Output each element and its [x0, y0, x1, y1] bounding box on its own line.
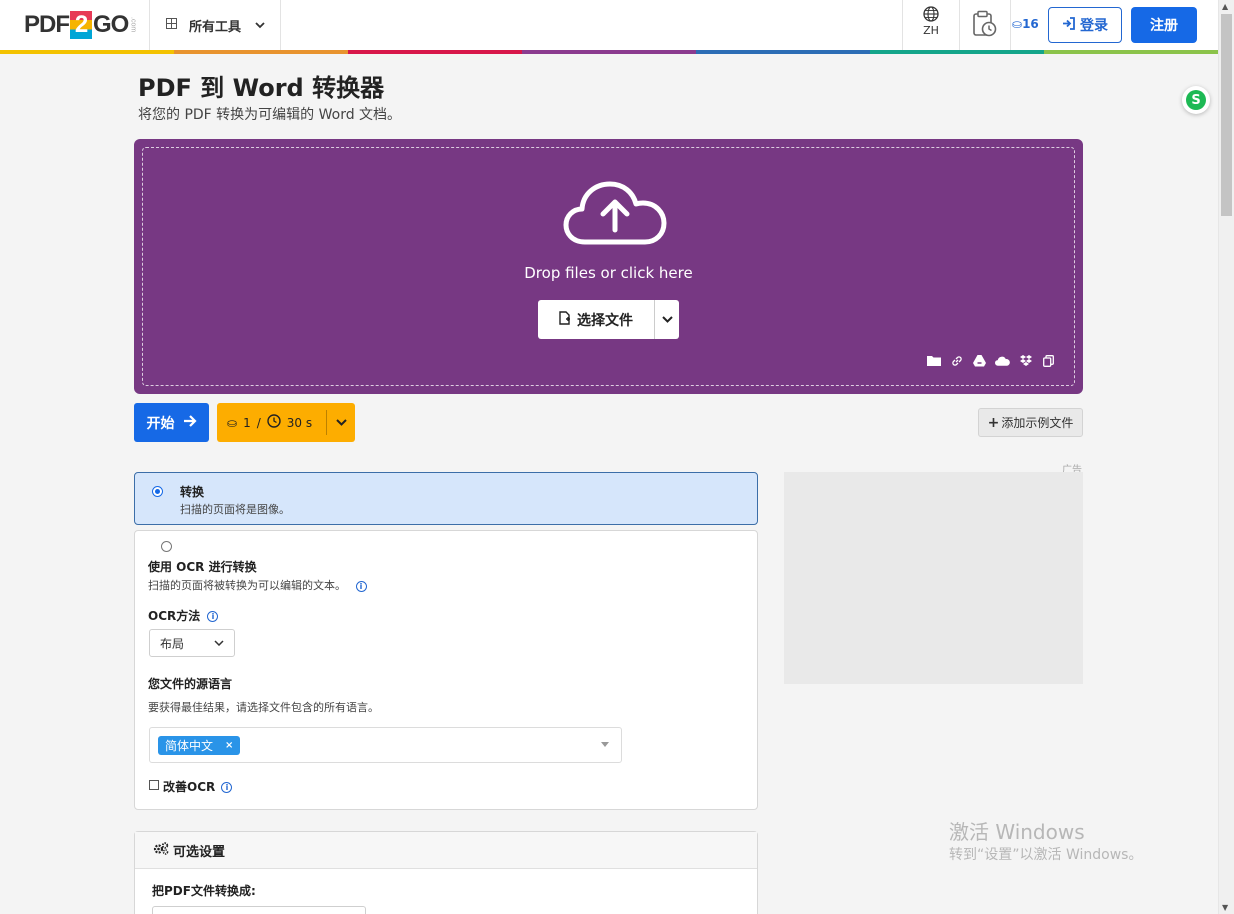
divider — [280, 0, 281, 50]
sign-in-icon — [1062, 16, 1076, 34]
choose-file-button-group: 选择文件 — [538, 300, 679, 339]
arrow-right-icon — [183, 414, 197, 431]
extension-floating-icon[interactable]: S — [1182, 86, 1210, 114]
file-dropzone[interactable]: Drop files or click here 选择文件 — [134, 139, 1083, 394]
file-add-icon — [559, 310, 571, 329]
clock-icon — [267, 414, 281, 431]
option-convert[interactable]: 转换 扫描的页面将是图像。 — [134, 472, 758, 525]
source-language-hint: 要获得最佳结果，请选择文件包含的所有语言。 — [148, 701, 379, 714]
choose-source-dropdown[interactable] — [655, 300, 679, 339]
divider — [959, 0, 960, 50]
language-tag: 简体中文 × — [158, 736, 241, 755]
chevron-down-icon — [661, 316, 673, 323]
optional-settings-panel: 可选设置 把PDF文件转换成: — [134, 831, 758, 914]
all-tools-label: 所有工具 — [189, 19, 242, 35]
chevron-down-icon — [214, 640, 224, 646]
dropzone-border: Drop files or click here 选择文件 — [142, 147, 1075, 386]
upload-source-icons — [926, 354, 1056, 367]
globe-icon — [923, 6, 939, 22]
source-language-multiselect[interactable]: 简体中文 × — [149, 727, 622, 763]
drop-instruction: Drop files or click here — [524, 264, 693, 282]
improve-ocr-checkbox[interactable] — [149, 780, 159, 790]
top-navbar: PDF 2 GO .com 所有工具 ZH ⛀16 登录 注册 — [0, 0, 1218, 50]
coin-icon: ⛀ — [227, 415, 238, 430]
page-subtitle: 将您的 PDF 转换为可编辑的 Word 文档。 — [138, 107, 402, 123]
grid-icon — [166, 17, 177, 33]
scroll-thumb[interactable] — [1221, 14, 1232, 216]
ocr-description: 扫描的页面将被转换为可以编辑的文本。 i — [148, 577, 367, 593]
ocr-title: 使用 OCR 进行转换 — [148, 560, 257, 574]
convert-to-select[interactable] — [152, 906, 366, 914]
page-title: PDF 到 Word 转换器 — [138, 74, 385, 102]
optional-settings-header[interactable]: 可选设置 — [135, 832, 757, 869]
history-clipboard-icon[interactable] — [972, 10, 998, 42]
credits-counter[interactable]: ⛀16 — [1012, 17, 1039, 31]
plus-icon: + — [987, 414, 1000, 431]
page-scrollbar[interactable]: ▲ ▼ — [1218, 0, 1234, 914]
add-sample-file-button[interactable]: + 添加示例文件 — [978, 408, 1083, 437]
chevron-down-icon — [335, 419, 347, 426]
divider — [1010, 0, 1011, 50]
cloud-upload-icon — [563, 178, 667, 252]
gears-icon — [153, 841, 169, 859]
scroll-up-arrow[interactable]: ▲ — [1222, 2, 1228, 11]
windows-activation-watermark-title: 激活 Windows — [949, 820, 1085, 844]
register-button[interactable]: 注册 — [1131, 7, 1197, 43]
ocr-radio[interactable] — [161, 541, 172, 552]
onedrive-icon[interactable] — [995, 354, 1010, 367]
cost-summary: ⛀ 1 / 30 s — [217, 410, 327, 435]
convert-to-label: 把PDF文件转换成: — [152, 884, 256, 898]
convert-radio[interactable] — [152, 486, 163, 497]
cost-info-button[interactable]: ⛀ 1 / 30 s — [217, 403, 355, 442]
convert-title: 转换 — [180, 485, 205, 499]
all-tools-menu[interactable]: 所有工具 — [150, 0, 280, 50]
caret-down-icon — [601, 742, 609, 747]
windows-activation-watermark-text: 转到“设置”以激活 Windows。 — [949, 847, 1143, 863]
chevron-down-icon — [255, 18, 265, 33]
language-selector[interactable]: ZH — [903, 6, 959, 37]
ocr-method-select[interactable]: 布局 — [149, 629, 235, 657]
pdf2go-logo[interactable]: PDF 2 GO .com — [24, 10, 136, 40]
info-icon[interactable]: i — [355, 580, 367, 592]
option-ocr[interactable]: 使用 OCR 进行转换 扫描的页面将被转换为可以编辑的文本。 i OCR方法 i… — [134, 530, 758, 810]
info-icon[interactable]: i — [221, 782, 233, 793]
coin-icon: ⛀ — [1012, 17, 1023, 31]
choose-file-button[interactable]: 选择文件 — [538, 300, 655, 339]
dropbox-icon[interactable] — [1018, 354, 1033, 367]
ocr-method-label: OCR方法 i — [148, 607, 219, 624]
remove-tag-icon[interactable]: × — [225, 740, 233, 751]
cost-dropdown[interactable] — [327, 419, 355, 426]
improve-ocr-label: 改善OCR i — [163, 778, 233, 795]
link-icon[interactable] — [949, 354, 964, 367]
convert-description: 扫描的页面将是图像。 — [180, 503, 290, 516]
language-code: ZH — [923, 24, 939, 37]
start-button[interactable]: 开始 — [134, 403, 209, 442]
login-button[interactable]: 登录 — [1048, 7, 1122, 43]
clipboard-paste-icon[interactable] — [1041, 354, 1056, 367]
scroll-down-arrow[interactable]: ▼ — [1222, 903, 1228, 912]
google-drive-icon[interactable] — [972, 354, 987, 367]
color-stripe — [0, 50, 1218, 54]
folder-icon[interactable] — [926, 354, 941, 367]
ad-placeholder — [784, 472, 1083, 684]
source-language-label: 您文件的源语言 — [148, 677, 233, 691]
info-icon[interactable]: i — [207, 611, 219, 622]
